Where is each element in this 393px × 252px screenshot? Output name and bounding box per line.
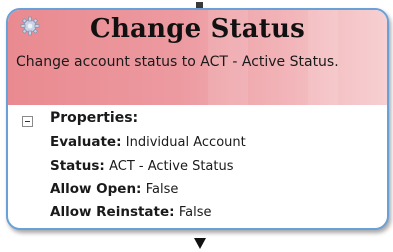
- node-header: Change Status Change account status to A…: [8, 10, 387, 105]
- property-key: Allow Open:: [50, 181, 142, 197]
- property-row-allow-reinstate: Allow Reinstate: False: [50, 204, 211, 220]
- property-value: ACT - Active Status: [109, 159, 234, 174]
- property-value: False: [178, 205, 212, 220]
- property-row-status: Status: ACT - Active Status: [50, 158, 234, 174]
- property-key: Allow Reinstate:: [50, 204, 175, 220]
- property-row-allow-open: Allow Open: False: [50, 181, 178, 197]
- property-value: False: [145, 182, 179, 197]
- properties-heading: Properties:: [50, 110, 139, 126]
- property-value: Individual Account: [125, 135, 246, 150]
- change-status-node[interactable]: Change Status Change account status to A…: [6, 8, 389, 230]
- down-arrow-icon[interactable]: [194, 238, 206, 249]
- node-description: Change account status to ACT - Active St…: [16, 54, 339, 70]
- property-key: Evaluate:: [50, 134, 122, 150]
- node-title: Change Status: [90, 14, 305, 44]
- property-row-evaluate: Evaluate: Individual Account: [50, 134, 246, 150]
- collapse-toggle-icon[interactable]: [22, 116, 33, 127]
- property-key: Status:: [50, 158, 105, 174]
